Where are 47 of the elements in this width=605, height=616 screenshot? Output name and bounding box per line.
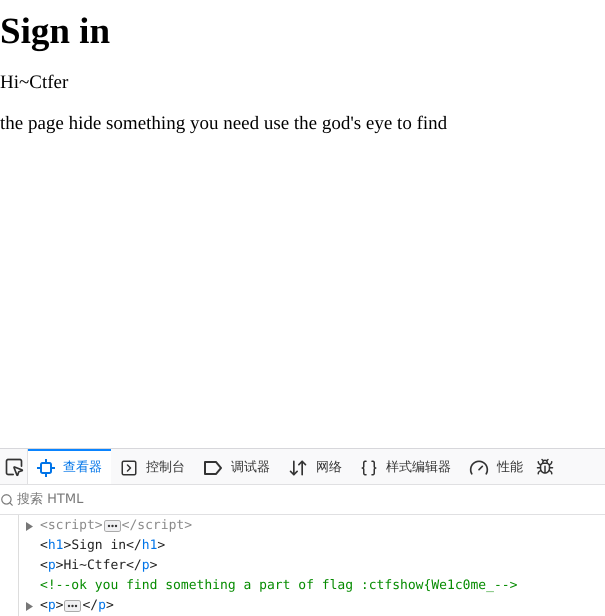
markup-token: > <box>106 597 114 616</box>
markup-token: p <box>48 557 56 576</box>
arrows-icon <box>288 458 308 478</box>
page-heading: Sign in <box>0 12 112 53</box>
bug-icon[interactable] <box>536 458 554 476</box>
tag-icon <box>203 460 223 476</box>
devtools-tab[interactable]: 查看器 <box>28 449 111 484</box>
markup-token: p <box>142 557 150 576</box>
markup-token: p <box>48 597 56 616</box>
expand-triangle-icon[interactable] <box>26 602 33 610</box>
markup-token: > <box>56 597 64 616</box>
element-picker-icon[interactable] <box>4 456 24 476</box>
markup-token: p <box>98 597 106 616</box>
devtools-tab[interactable]: 性能 <box>460 449 532 484</box>
markup-token: Hi~Ctfer <box>63 557 126 576</box>
markup-token: < <box>40 537 48 556</box>
search-input[interactable]: 搜索 HTML <box>17 490 605 510</box>
ellipsis-icon[interactable] <box>104 520 121 532</box>
markup-token: > <box>150 557 158 576</box>
devtools-tab[interactable]: 网络 <box>279 449 351 484</box>
search-icon <box>0 492 14 506</box>
markup-token: <!--ok you find something a part of flag :ctfshow{We1c0me_--> <box>40 577 518 596</box>
markup-token: <script> <box>40 517 103 536</box>
expand-triangle-icon[interactable] <box>26 522 33 530</box>
markup-token: > <box>63 537 72 556</box>
braces-icon <box>360 458 378 476</box>
ellipsis-icon[interactable] <box>64 600 82 612</box>
search-field[interactable]: 搜索 HTML <box>0 485 605 515</box>
markup-token: > <box>56 557 64 576</box>
devtools-tab[interactable]: 控制台 <box>111 449 194 484</box>
gauge-icon <box>469 458 489 478</box>
markup-token: </ <box>126 537 142 556</box>
page-paragraph: Hi~Ctfer <box>0 72 70 94</box>
markup-token: </script> <box>122 517 192 536</box>
page-paragraph: the page hide something you need use the god's eye to find <box>0 113 448 136</box>
markup-token: < <box>40 557 48 576</box>
devtools-tab[interactable]: 样式编辑器 <box>351 449 460 484</box>
devtools-tab[interactable]: 调试器 <box>194 449 279 484</box>
markup-token: < <box>40 597 48 616</box>
markup-token: h1 <box>48 537 64 556</box>
markup-token: Sign in <box>71 537 126 556</box>
console-icon <box>120 458 138 476</box>
markup-token: h1 <box>142 537 158 556</box>
markup-token: </ <box>82 597 98 616</box>
markup-token: </ <box>126 557 142 576</box>
frame-icon <box>37 458 55 476</box>
markup-token: > <box>157 537 166 556</box>
